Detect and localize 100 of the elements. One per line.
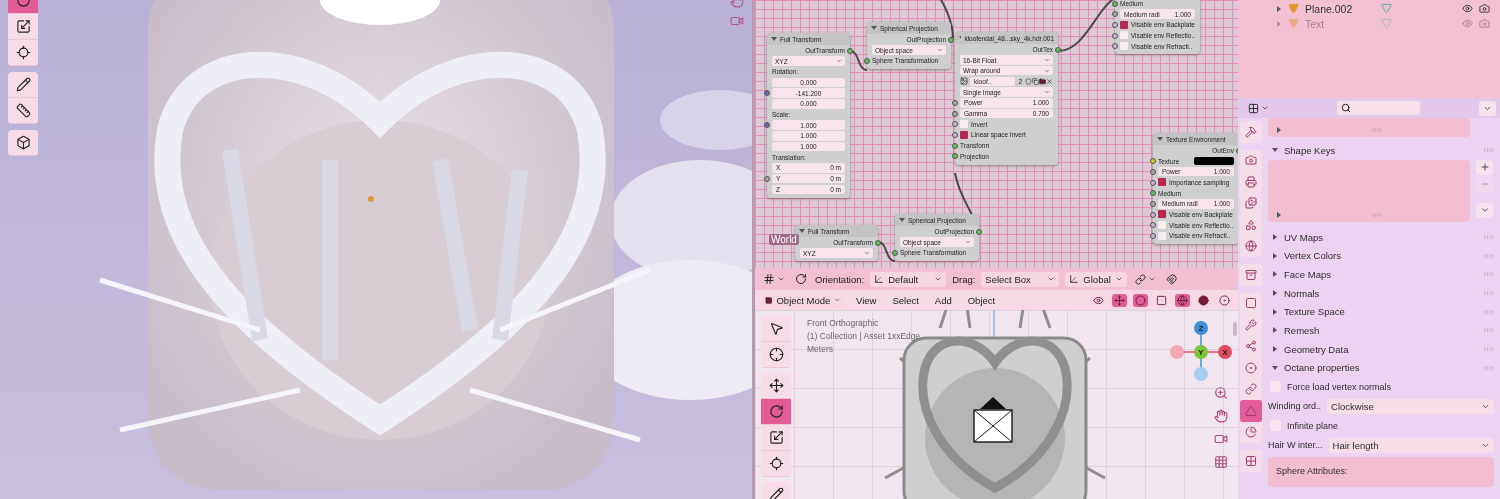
wireframe-shading-button[interactable] xyxy=(1175,293,1190,307)
socket-icon[interactable] xyxy=(1150,200,1156,207)
socket-icon[interactable] xyxy=(952,132,958,138)
drag-dropdown[interactable]: Select Box xyxy=(981,271,1060,287)
panel-header[interactable]: Shape Keys xyxy=(1268,141,1494,160)
socket-icon[interactable] xyxy=(1150,211,1156,218)
expanded-arrow-icon[interactable] xyxy=(899,217,905,223)
select-dropdown[interactable]: Hair length xyxy=(1328,437,1494,453)
socket-icon[interactable] xyxy=(952,153,958,160)
properties-tab[interactable] xyxy=(1240,149,1262,171)
socket-icon[interactable] xyxy=(1150,168,1156,175)
add-button[interactable] xyxy=(1476,159,1493,175)
transform-space-dropdown[interactable]: Global xyxy=(1065,271,1128,287)
shield-icon[interactable] xyxy=(1025,77,1032,85)
tool-button[interactable] xyxy=(761,316,791,342)
expanded-arrow-icon[interactable] xyxy=(799,228,805,234)
expanded-arrow-icon[interactable] xyxy=(1272,364,1278,371)
collapsed-arrow-icon[interactable] xyxy=(1276,211,1282,218)
axis-gizmo[interactable]: Z Y X xyxy=(1168,316,1236,382)
collapsed-arrow-icon[interactable] xyxy=(1272,234,1278,241)
panel-header[interactable]: Normals xyxy=(1268,283,1494,303)
grip-icon[interactable] xyxy=(1484,347,1494,352)
camera-icon[interactable] xyxy=(730,14,744,28)
collapsed-arrow-icon[interactable] xyxy=(1272,271,1278,278)
properties-tab[interactable] xyxy=(1240,378,1262,400)
checkbox[interactable] xyxy=(1158,221,1166,230)
color-swatch[interactable] xyxy=(1194,157,1234,166)
checkbox[interactable] xyxy=(1158,178,1166,187)
socket-icon[interactable] xyxy=(1055,46,1061,53)
socket-icon[interactable] xyxy=(1112,11,1118,18)
socket-icon[interactable] xyxy=(1150,179,1156,186)
properties-tab[interactable] xyxy=(1240,400,1262,422)
grid-icon[interactable] xyxy=(1214,455,1228,469)
socket-icon[interactable] xyxy=(1150,222,1156,229)
socket-icon[interactable] xyxy=(1112,0,1118,7)
checkbox[interactable] xyxy=(960,130,968,139)
folder-icon[interactable] xyxy=(1039,77,1046,85)
select-dropdown[interactable]: Clockwise xyxy=(1327,398,1494,414)
socket-icon[interactable] xyxy=(952,121,958,128)
grip-icon[interactable] xyxy=(1484,309,1494,314)
socket-icon[interactable] xyxy=(764,90,770,97)
checkbox[interactable] xyxy=(1120,20,1128,29)
tool-button[interactable] xyxy=(761,425,791,451)
properties-tab[interactable] xyxy=(1240,121,1262,143)
collapsed-arrow-icon[interactable] xyxy=(1272,308,1278,315)
checkbox[interactable] xyxy=(960,120,968,129)
grip-icon[interactable] xyxy=(1484,272,1494,277)
snap-toggle[interactable] xyxy=(1164,272,1180,286)
socket-icon[interactable] xyxy=(952,142,958,149)
orientation-dropdown[interactable]: Default xyxy=(870,271,947,287)
collapsed-arrow-icon[interactable] xyxy=(1276,127,1282,133)
panel-header[interactable]: Face Maps xyxy=(1268,265,1494,284)
checkbox[interactable] xyxy=(1158,210,1166,219)
socket-icon[interactable] xyxy=(764,175,770,182)
tool-button[interactable] xyxy=(8,130,38,156)
grip-icon[interactable] xyxy=(1484,365,1494,370)
socket-icon[interactable] xyxy=(948,36,954,43)
tool-button[interactable] xyxy=(761,399,791,425)
tool-button[interactable] xyxy=(8,40,38,66)
overlay-toggle[interactable] xyxy=(1133,293,1148,307)
collapsed-arrow-icon[interactable] xyxy=(1272,327,1278,334)
tool-button[interactable] xyxy=(8,72,38,98)
socket-icon[interactable] xyxy=(892,249,898,256)
grip-icon[interactable] xyxy=(1484,235,1494,240)
expanded-arrow-icon[interactable] xyxy=(871,25,877,31)
grip-icon[interactable] xyxy=(1484,253,1494,258)
grip-icon[interactable] xyxy=(1372,212,1382,217)
mode-dropdown[interactable]: Object Mode xyxy=(761,292,845,308)
zoom-icon[interactable] xyxy=(1214,386,1228,400)
checkbox[interactable] xyxy=(1120,31,1128,40)
panel-header[interactable]: Octane properties xyxy=(1268,358,1494,378)
collapsed-arrow-icon[interactable] xyxy=(1276,5,1282,12)
gizmo-toggle[interactable] xyxy=(1112,293,1127,307)
socket-icon[interactable] xyxy=(764,122,770,129)
properties-tab[interactable] xyxy=(1240,264,1262,286)
panel-header[interactable]: Vertex Colors xyxy=(1268,246,1494,266)
socket-icon[interactable] xyxy=(976,228,982,235)
tool-button[interactable] xyxy=(761,373,791,399)
properties-tab[interactable] xyxy=(1240,235,1262,257)
expanded-arrow-icon[interactable] xyxy=(771,36,777,42)
material-shading-button[interactable] xyxy=(1217,293,1232,307)
panel-header[interactable]: UV Maps xyxy=(1268,227,1494,247)
socket-icon[interactable] xyxy=(1150,158,1156,165)
search-field[interactable] xyxy=(1337,101,1420,115)
properties-tab[interactable] xyxy=(1240,292,1262,314)
expanded-arrow-icon[interactable] xyxy=(1157,136,1163,142)
panel-header[interactable]: Geometry Data xyxy=(1268,339,1494,359)
gizmo-toggle[interactable] xyxy=(793,272,809,286)
socket-icon[interactable] xyxy=(952,99,958,106)
socket-icon[interactable] xyxy=(1150,233,1156,239)
grip-icon[interactable] xyxy=(1484,328,1494,333)
socket-icon[interactable] xyxy=(1150,190,1156,197)
eye-icon[interactable] xyxy=(1462,3,1473,14)
collapsed-arrow-icon[interactable] xyxy=(1272,252,1278,259)
scrollbar[interactable] xyxy=(1233,322,1237,336)
hand-icon[interactable] xyxy=(1214,409,1228,423)
collapsed-arrow-icon[interactable] xyxy=(1272,290,1278,297)
socket-icon[interactable] xyxy=(952,110,958,117)
tool-button[interactable] xyxy=(761,342,791,368)
panel-header[interactable]: Remesh xyxy=(1268,321,1494,340)
